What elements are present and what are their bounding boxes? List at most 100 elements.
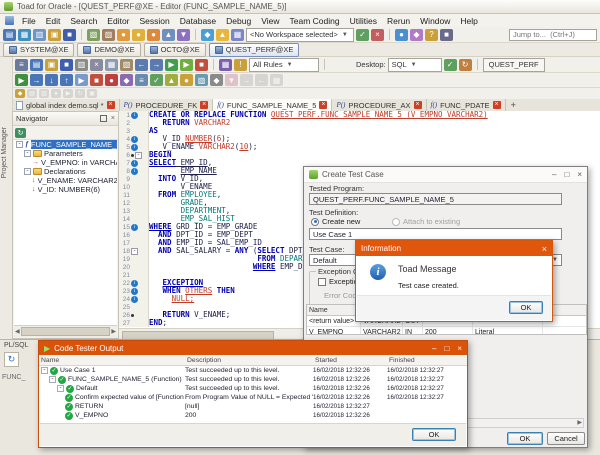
toggle-breakpoint-icon[interactable]: ● [105, 74, 118, 86]
open-file-icon[interactable]: ▣ [45, 58, 58, 71]
commit-session-icon[interactable]: ● [132, 28, 145, 41]
scroll-right-icon[interactable]: ▶ [111, 328, 116, 335]
workspace-delete-icon[interactable]: × [371, 28, 384, 41]
add-watch-icon[interactable]: ◆ [120, 74, 133, 86]
editor-tab-global-index-demo-sql-[interactable]: global index demo.sql * × [12, 99, 120, 111]
project-manager-vertical-tab[interactable]: Project Manager [1, 127, 8, 178]
menu-utilities[interactable]: Utilities [345, 16, 382, 26]
test-result-row[interactable]: ✓Confirm expected value of [Function ret… [39, 393, 467, 402]
menu-team-coding[interactable]: Team Coding [285, 16, 345, 26]
halt-debug-icon[interactable]: ■ [90, 74, 103, 86]
navigator-item[interactable]: ↓V_ENAME: VARCHAR2(10) [14, 176, 117, 185]
scroll-left-icon[interactable]: ◀ [15, 328, 20, 335]
test-result-row[interactable]: ✓ RETURN [null] 16/02/2018 12:32:27 [39, 402, 467, 411]
history-icon[interactable]: ↻ [75, 89, 85, 98]
parameter-row[interactable]: V_EMPNO VARCHAR2 IN 200 Literal [307, 327, 586, 334]
undo-icon[interactable]: ← [135, 58, 148, 71]
menu-editor[interactable]: Editor [102, 16, 134, 26]
fold-icon[interactable]: - [131, 247, 138, 255]
cancel-button[interactable]: Cancel [547, 432, 585, 445]
scroll-right-icon[interactable]: ▶ [577, 419, 582, 428]
expander-icon[interactable]: - [49, 376, 56, 383]
menu-edit[interactable]: Edit [41, 16, 66, 26]
open-editor-icon[interactable]: ▤ [3, 28, 16, 41]
desktop-selector[interactable]: SQL ▼ [387, 57, 442, 72]
ok-button[interactable]: OK [507, 432, 543, 445]
use-case-input[interactable]: Use Case 1 [309, 228, 562, 240]
halt-execution-icon[interactable]: ■ [195, 58, 208, 71]
menu-session[interactable]: Session [135, 16, 175, 26]
comment-block-icon[interactable]: ▦ [270, 74, 283, 86]
editor-tab-func_pdate[interactable]: f() FUNC_PDATE × [426, 99, 506, 111]
maximize-icon[interactable]: □ [564, 170, 569, 179]
macro-record-icon[interactable]: ● [51, 89, 61, 98]
new-document-icon[interactable]: ▥ [33, 28, 46, 41]
new-session-icon[interactable]: ● [117, 28, 130, 41]
session-tab-demo-xe[interactable]: DEMO@XE [77, 42, 141, 57]
ok-button[interactable]: OK [412, 428, 456, 441]
execute-script-icon[interactable]: ▶ [180, 58, 193, 71]
plsql-results-tab[interactable]: PL/SQL [4, 342, 29, 349]
close-icon[interactable]: × [542, 244, 547, 254]
close-tab-icon[interactable]: × [106, 101, 115, 109]
help-icon[interactable]: ? [425, 28, 438, 41]
refresh-icon[interactable]: ↻ [4, 352, 19, 367]
editor-tab-func_sample_name_5[interactable]: f() FUNC_SAMPLE_NAME_5 × [213, 99, 333, 111]
snippets-icon[interactable]: ▤ [27, 89, 37, 98]
expander-icon[interactable]: - [24, 150, 31, 157]
editor-tab-procedure_ax[interactable]: P() PROCEDURE_AX × [332, 99, 427, 111]
window-list-icon[interactable]: ≡ [15, 58, 28, 71]
ok-button[interactable]: OK [509, 301, 543, 314]
apps-icon[interactable]: ◆ [201, 28, 214, 41]
test-result-row[interactable]: - ✓ FUNC_SAMPLE_NAME_5 (Function) Test succ… [39, 375, 467, 384]
expander-icon[interactable]: - [24, 168, 31, 175]
desktop-save-icon[interactable]: ✓ [443, 58, 457, 71]
menu-view[interactable]: View [256, 16, 284, 26]
indent-icon[interactable]: → [240, 74, 253, 86]
workspace-selector[interactable]: <No Workspace selected> ▼ [246, 27, 354, 42]
more-apps-icon[interactable]: ■ [440, 28, 453, 41]
end-session-icon[interactable]: ● [147, 28, 160, 41]
copy-icon[interactable]: ▦ [105, 58, 118, 71]
execute-statement-icon[interactable]: ▶ [165, 58, 178, 71]
scrollbar-thumb[interactable] [20, 327, 111, 336]
step-over-icon[interactable]: → [30, 74, 43, 86]
save-file-icon[interactable]: ■ [60, 58, 73, 71]
macro-play-icon[interactable]: ▶ [63, 89, 73, 98]
menu-file[interactable]: File [17, 16, 41, 26]
describe-objects-icon[interactable]: ▼ [177, 28, 190, 41]
format-code-icon[interactable]: ▧ [195, 74, 208, 86]
close-icon[interactable]: × [457, 344, 462, 353]
open-project-icon[interactable]: ▣ [48, 28, 61, 41]
print-icon[interactable]: ▥ [75, 58, 88, 71]
navigator-hscrollbar[interactable]: ◀ ▶ [14, 325, 117, 337]
test-result-row[interactable]: - ✓ Use Case 1 Test succeeded up to this le… [39, 366, 467, 375]
test-result-row[interactable]: ✓ V_EMPNO 200 16/02/2018 12:32:26 [39, 411, 467, 420]
session-tab-quest_perf-xe[interactable]: QUEST_PERF@XE [208, 42, 300, 57]
navigator-item[interactable]: - Declarations [14, 167, 117, 176]
editor-tab-procedure_fk[interactable]: P() PROCEDURE_FK × [119, 99, 214, 111]
create-new-radio[interactable]: Create new [311, 217, 360, 226]
workspace-save-icon[interactable]: ✓ [356, 28, 369, 41]
session-tab-system-xe[interactable]: SYSTEM@XE [3, 42, 75, 57]
close-tab-icon[interactable]: × [200, 101, 209, 109]
compile-icon[interactable]: ✓ [150, 74, 163, 86]
cut-icon[interactable]: × [90, 58, 103, 71]
close-icon[interactable]: × [111, 115, 115, 122]
step-out-icon[interactable]: ↑ [60, 74, 73, 86]
maximize-icon[interactable]: □ [444, 344, 449, 353]
jump-to-input[interactable] [509, 28, 597, 41]
menu-debug[interactable]: Debug [221, 16, 256, 26]
close-icon[interactable]: × [577, 170, 582, 179]
refresh-icon[interactable]: ↻ [15, 127, 26, 138]
editor-settings-icon[interactable]: ▣ [87, 89, 97, 98]
auto-replace-key-icon[interactable]: ◆ [15, 89, 25, 98]
menu-search[interactable]: Search [65, 16, 102, 26]
alerts-icon[interactable]: ▲ [216, 28, 229, 41]
rules-filter-selector[interactable]: All Rules ▼ [249, 57, 319, 72]
templates-icon[interactable]: ▥ [39, 89, 49, 98]
bookmark-icon[interactable]: ▼ [225, 74, 238, 86]
save-icon[interactable]: ■ [63, 28, 76, 41]
navigator-item[interactable]: -ƒFUNC_SAMPLE_NAME_5: VARCHAR2 [14, 140, 117, 149]
team-coding-icon[interactable]: ▧ [87, 28, 100, 41]
